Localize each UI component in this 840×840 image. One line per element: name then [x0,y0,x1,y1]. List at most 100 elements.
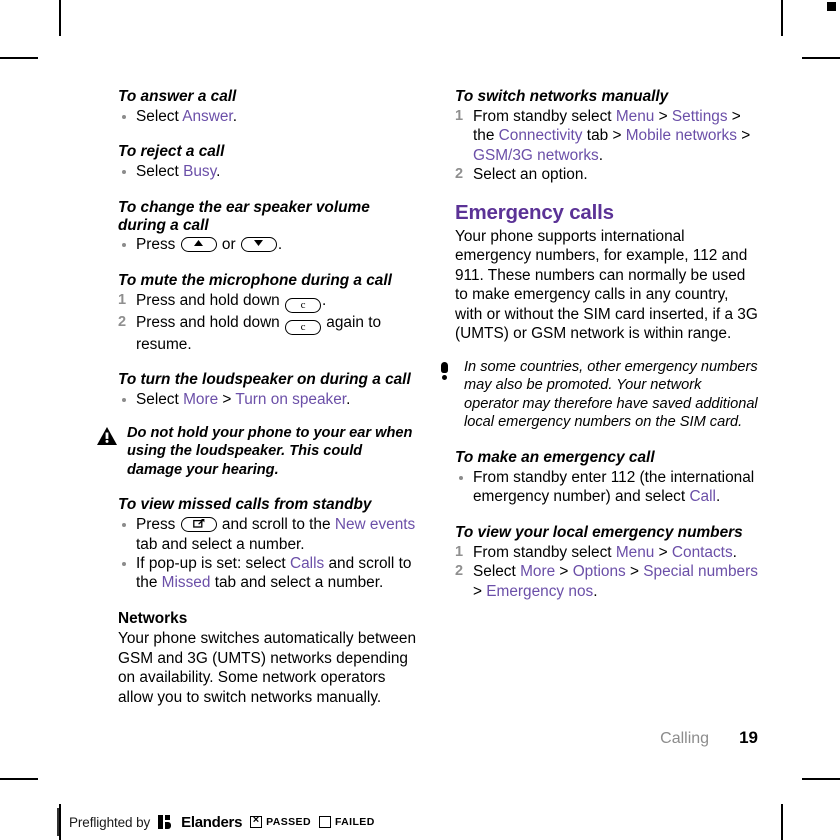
list-reject-a-call: Select Busy. [118,162,421,181]
text-tab-select: tab and select a number. [210,574,384,592]
link-menu[interactable]: Menu [616,108,655,125]
list-item: From standby select Menu > Contacts. [455,543,758,562]
link-settings[interactable]: Settings [672,108,728,125]
text-period: . [598,146,604,164]
link-contacts[interactable]: Contacts [672,544,733,561]
list-item: Select More > Turn on speaker. [118,390,421,409]
link-missed[interactable]: Missed [162,574,211,591]
preflight-passed-label: PASSED [266,816,311,828]
heading-switch-networks-manually: To switch networks manually [455,88,669,105]
text-separator: > [654,107,672,125]
text-period: . [232,107,237,125]
preflight-failed-label: FAILED [334,816,375,828]
list-local-emergency-numbers: From standby select Menu > Contacts. Sel… [455,543,758,601]
link-mobile-networks[interactable]: Mobile networks [626,127,737,144]
manual-page: To answer a call Select Answer. To rejec… [0,0,840,840]
list-missed-calls: Press and scroll to the New events tab a… [118,515,421,593]
text-select-prefix: Select [136,391,184,409]
crop-mark-bottom-left-horizontal [0,778,38,780]
link-more[interactable]: More [520,563,555,580]
text-from-standby: From standby select [473,543,616,561]
link-new-events[interactable]: New events [335,516,415,533]
text-scroll-to: and scroll to the [217,516,335,534]
crop-mark-top-left-vertical [59,0,61,36]
note-text: In some countries, other emergency numbe… [464,358,758,431]
checkbox-failed-icon[interactable] [318,816,331,828]
text-period: . [715,488,721,506]
list-item: Press and hold down c again to resume. [118,313,421,354]
crop-mark-top-left-horizontal [0,57,38,59]
text-select-prefix: Select [473,563,521,581]
heading-view-local-emergency-numbers: To view your local emergency numbers [455,523,743,541]
text-separator: > [555,563,573,581]
preflight-brand: Elanders [181,813,243,831]
preflight-failed: FAILED [318,816,375,828]
list-item: From standby select Menu > Settings > th… [455,107,758,165]
footer-page-number: 19 [739,728,758,747]
link-emergency-nos[interactable]: Emergency nos [486,583,593,600]
list-item: Select More > Options > Special numbers … [455,562,758,601]
link-menu[interactable]: Menu [616,544,655,561]
volume-down-key-icon [240,237,277,253]
link-calls[interactable]: Calls [290,555,324,572]
text-popup-prefix: If pop-up is set: select [136,555,290,572]
link-gsm-3g-networks[interactable]: GSM/3G networks [473,147,599,164]
clear-c-key-icon: c [285,319,322,335]
paragraph-emergency-calls: Your phone supports international emerge… [455,227,758,343]
link-more[interactable]: More [183,391,218,408]
text-press-hold: Press and hold down [136,291,285,309]
content-columns: To answer a call Select Answer. To rejec… [97,88,758,707]
heading-answer-a-call: To answer a call [118,88,237,105]
activity-menu-key-icon [180,517,217,533]
left-column: To answer a call Select Answer. To rejec… [97,88,421,707]
link-special-numbers[interactable]: Special numbers [643,563,758,580]
exclamation-note-icon [433,358,455,432]
text-select-prefix: Select [136,107,183,125]
volume-up-key-icon [180,237,217,253]
crop-mark-bottom-right-vertical [781,804,783,840]
link-connectivity[interactable]: Connectivity [499,127,583,144]
text-press-hold: Press and hold down [136,313,285,331]
text-period: . [322,291,327,309]
text-press-prefix: Press [136,516,180,534]
crop-mark-top-right-vertical [781,0,783,36]
text-period: . [732,543,737,561]
list-item: Select Busy. [118,162,421,181]
text-select-prefix: Select [136,163,184,181]
list-answer-a-call: Select Answer. [118,107,421,126]
link-busy[interactable]: Busy [183,163,216,180]
list-make-emergency-call: From standby enter 112 (the internationa… [455,468,758,507]
heading-reject-a-call: To reject a call [118,143,225,161]
link-turn-on-speaker[interactable]: Turn on speaker [235,391,346,408]
text-separator: > [736,127,751,145]
elanders-logo-icon [158,815,172,829]
link-answer[interactable]: Answer [182,108,232,125]
list-switch-networks: From standby select Menu > Settings > th… [455,107,758,185]
text-or: or [217,236,240,254]
list-item: If pop-up is set: select Calls and scrol… [118,554,421,593]
heading-mute-microphone: To mute the microphone during a call [118,271,392,289]
heading-make-emergency-call: To make an emergency call [455,449,655,467]
text-period: . [277,236,283,254]
text-separator: > [218,391,236,409]
list-item: Press or . [118,235,421,254]
text-from-standby: From standby select [473,107,616,125]
warning-callout: Do not hold your phone to your ear when … [96,424,421,480]
heading-change-ear-speaker-volume: To change the ear speaker volume during … [118,198,370,234]
heading-networks: Networks [118,609,188,627]
checkbox-passed-icon[interactable] [250,813,263,828]
link-call[interactable]: Call [689,488,716,505]
right-column: To switch networks manually From standby… [440,88,758,707]
heading-emergency-calls: Emergency calls [455,200,614,224]
text-tab-select: tab and select a number. [136,535,305,553]
text-tab: tab > [582,127,626,145]
crop-mark-top-right-horizontal [802,57,840,59]
heading-turn-loudspeaker-on: To turn the loudspeaker on during a call [118,371,411,389]
paragraph-networks: Your phone switches automatically betwee… [118,630,417,706]
list-loudspeaker: Select More > Turn on speaker. [118,390,421,409]
list-item: Select Answer. [118,107,421,126]
list-item: Select an option. [455,165,588,184]
preflight-bar: Preflighted by Elanders PASSED FAILED [57,808,375,836]
list-ear-speaker-volume: Press or . [118,235,421,254]
link-options[interactable]: Options [573,563,626,580]
